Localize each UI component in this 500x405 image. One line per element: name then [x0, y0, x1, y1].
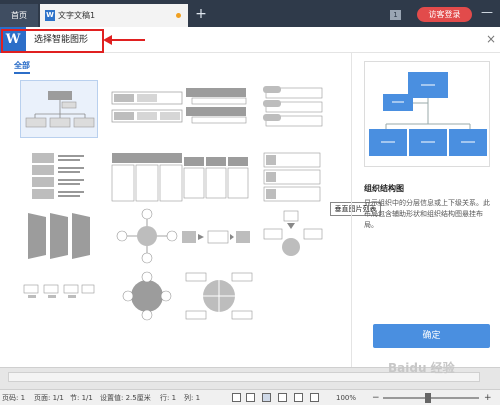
zoom-slider-handle[interactable] — [425, 393, 431, 403]
template-ring-relation[interactable] — [108, 267, 186, 325]
tab-home[interactable]: 首页 — [0, 4, 38, 27]
new-tab-button[interactable]: + — [193, 5, 209, 23]
vertical-picture-list-thumb-icon — [263, 152, 321, 202]
org-chart-preview-icon — [369, 72, 487, 156]
read-view-icon[interactable] — [294, 393, 303, 402]
preview-title: 组织结构图 — [364, 184, 404, 193]
org-chart-thumb-icon — [25, 91, 95, 128]
document-icon: W — [45, 10, 55, 21]
template-matrix[interactable] — [108, 149, 186, 207]
radial-cycle-thumb-icon — [116, 208, 178, 264]
converge-process-thumb-icon — [263, 210, 323, 256]
template-bullet-list[interactable] — [20, 149, 98, 207]
basic-process-thumb-icon — [182, 230, 250, 244]
tab-document[interactable]: W 文字文稿1 — [40, 4, 188, 27]
template-chevron-process[interactable] — [20, 207, 98, 265]
tab-bar: 首页 W 文字文稿1 + 1 访客登录 — — [0, 0, 500, 27]
baidu-watermark: Baidu 经验 — [388, 361, 455, 375]
minimize-button[interactable]: — — [479, 5, 495, 21]
guest-login-button[interactable]: 访客登录 — [417, 7, 472, 22]
category-tab-all[interactable]: 全部 — [14, 60, 30, 74]
preview-description: 显示组织中的分层信息或上下级关系。此布局包含辅助形状和组织结构图悬挂布局。 — [364, 199, 490, 229]
template-column-list[interactable] — [180, 149, 258, 207]
web-view-icon[interactable] — [278, 393, 287, 402]
status-column: 列: 1 — [184, 394, 201, 402]
zoom-out-button[interactable]: − — [372, 390, 380, 405]
annotation-highlight-box — [1, 29, 104, 53]
annotation-arrow-icon — [103, 35, 145, 45]
template-converge-process[interactable] — [260, 207, 338, 265]
fullscreen-icon[interactable] — [310, 393, 319, 402]
document-tab-title: 文字文稿1 — [58, 11, 96, 20]
template-basic-process[interactable] — [180, 207, 258, 265]
chevron-process-thumb-icon — [28, 213, 90, 259]
panel-divider — [351, 53, 352, 367]
preview-pane — [364, 61, 490, 167]
template-cycle-matrix[interactable] — [180, 267, 258, 325]
zoom-in-button[interactable]: + — [484, 390, 492, 405]
stacked-list-thumb-icon — [263, 86, 323, 127]
status-pages: 页面: 1/1 — [34, 394, 64, 402]
status-bar: 页码: 1 页面: 1/1 节: 1/1 设置值: 2.5厘米 行: 1 列: … — [0, 389, 500, 405]
alternating-flow-thumb-icon — [23, 284, 95, 298]
ring-relation-thumb-icon — [122, 271, 172, 321]
hierarchy-thumb-icon — [111, 91, 183, 123]
smartart-dialog: W 选择智能图形 × 全部 垂直图片列表 组织结构图 显示组织中的分层信息或上下… — [0, 27, 500, 367]
status-row: 行: 1 — [160, 394, 177, 402]
confirm-button[interactable]: 确定 — [373, 324, 490, 348]
bullet-list-thumb-icon — [32, 153, 84, 199]
page-view-icon[interactable] — [262, 393, 271, 402]
template-vertical-picture-list[interactable] — [260, 149, 338, 207]
cycle-matrix-thumb-icon — [185, 272, 253, 320]
template-list-bars[interactable] — [180, 80, 258, 138]
outline-view-icon[interactable] — [246, 393, 255, 402]
status-section: 节: 1/1 — [70, 394, 93, 402]
matrix-thumb-icon — [111, 153, 183, 202]
template-radial-cycle[interactable] — [108, 207, 186, 265]
status-page-number: 页码: 1 — [2, 394, 26, 402]
list-bars-thumb-icon — [186, 88, 247, 124]
zoom-slider-track[interactable] — [383, 397, 479, 399]
column-list-thumb-icon — [183, 157, 249, 199]
template-org-chart[interactable] — [20, 80, 98, 138]
view-mode-icon[interactable] — [232, 393, 241, 402]
unsaved-dot-icon — [176, 13, 181, 18]
template-stacked-list[interactable] — [260, 80, 338, 138]
close-button[interactable]: × — [484, 31, 498, 47]
zoom-level[interactable]: 100% — [336, 390, 356, 405]
status-setting: 设置值: 2.5厘米 — [100, 394, 151, 402]
template-alternating-flow[interactable] — [20, 267, 98, 325]
template-hierarchy[interactable] — [108, 80, 186, 138]
notification-badge[interactable]: 1 — [390, 10, 401, 20]
